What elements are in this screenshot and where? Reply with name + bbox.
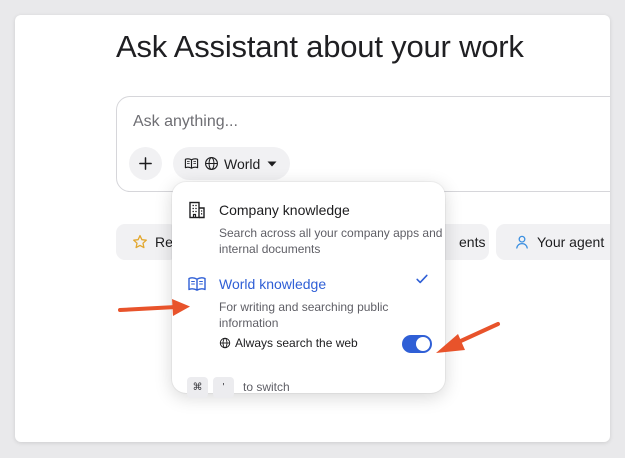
option-title: Company knowledge bbox=[219, 202, 350, 218]
suggestion-chip-recent[interactable]: Re bbox=[116, 224, 178, 260]
knowledge-source-menu: Company knowledge Search across all your… bbox=[172, 182, 445, 398]
shortcut-key-cmd: ⌘ bbox=[187, 377, 208, 398]
chip-label: Re bbox=[155, 234, 173, 250]
option-title: World knowledge bbox=[219, 276, 327, 292]
add-button[interactable] bbox=[129, 147, 162, 180]
user-icon bbox=[514, 234, 530, 250]
shortcut-hint: to switch bbox=[243, 380, 290, 394]
shortcut-key-quote: ' bbox=[213, 377, 234, 398]
prompt-input-placeholder[interactable]: Ask anything... bbox=[133, 113, 238, 131]
composer[interactable]: Ask anything... World bbox=[116, 96, 610, 192]
option-description: Search across all your company apps and … bbox=[219, 226, 443, 256]
book-open-icon bbox=[184, 156, 199, 171]
option-description: For writing and searching public informa… bbox=[219, 300, 389, 330]
toggle-knob bbox=[416, 337, 430, 351]
always-search-web-label: Always search the web bbox=[235, 336, 358, 350]
annotation-arrow-left-icon bbox=[118, 299, 190, 316]
suggestion-chip-your-agent[interactable]: Your agent bbox=[496, 224, 610, 260]
always-search-web-row: Always search the web bbox=[219, 336, 358, 350]
plus-icon bbox=[138, 156, 153, 171]
always-search-web-toggle[interactable] bbox=[402, 335, 432, 353]
globe-icon bbox=[204, 156, 219, 171]
source-selector-button[interactable]: World bbox=[173, 147, 290, 180]
star-icon bbox=[132, 234, 148, 250]
caret-down-icon bbox=[267, 161, 277, 167]
page-title: Ask Assistant about your work bbox=[116, 29, 524, 64]
building-icon bbox=[187, 200, 207, 220]
app-window: Ask Assistant about your work Ask anythi… bbox=[15, 15, 610, 442]
checkmark-icon bbox=[415, 272, 429, 286]
annotation-arrow-right-icon bbox=[436, 322, 500, 353]
book-open-icon bbox=[187, 274, 207, 294]
chip-label: Your agent bbox=[537, 234, 605, 250]
globe-icon bbox=[219, 337, 231, 349]
source-selector-label: World bbox=[224, 155, 261, 172]
